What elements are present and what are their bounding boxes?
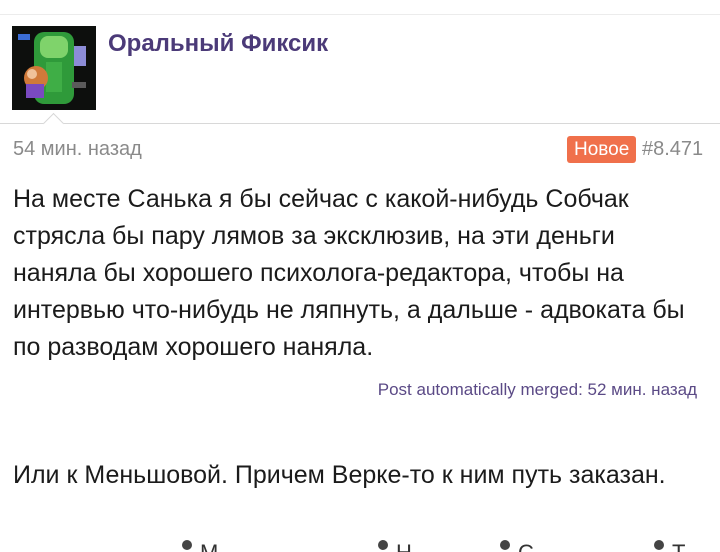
action-report-label: Т [672,540,685,552]
share-icon [500,540,510,550]
top-bar [0,0,720,15]
new-badge: Новое [567,136,637,163]
reply-icon [378,540,388,550]
action-quote[interactable]: М [182,540,218,552]
user-avatar[interactable] [12,26,96,110]
post-body: На месте Санька я бы сейчас с какой-нибу… [13,185,685,361]
action-reply[interactable]: Н [378,540,412,552]
report-icon [654,540,664,550]
post-actions-bar: М Н С Т [0,540,720,552]
header-notch [42,112,65,135]
post-time[interactable]: 54 мин. назад [13,138,142,161]
header-divider [0,123,720,124]
avatar-illustration [12,26,96,110]
post-author[interactable]: Оральный Фиксик [108,30,328,58]
action-share[interactable]: С [500,540,534,552]
action-share-label: С [518,540,534,552]
action-quote-label: М [200,540,218,552]
action-reply-label: Н [396,540,412,552]
quote-icon [182,540,192,550]
post-number-link[interactable]: #8.471 [642,138,703,161]
action-report[interactable]: Т [654,540,685,552]
post-body-continued: Или к Меньшовой. Причем Верке-то к ним п… [13,461,666,489]
merged-note: Post automatically merged: 52 мин. назад [377,380,697,399]
